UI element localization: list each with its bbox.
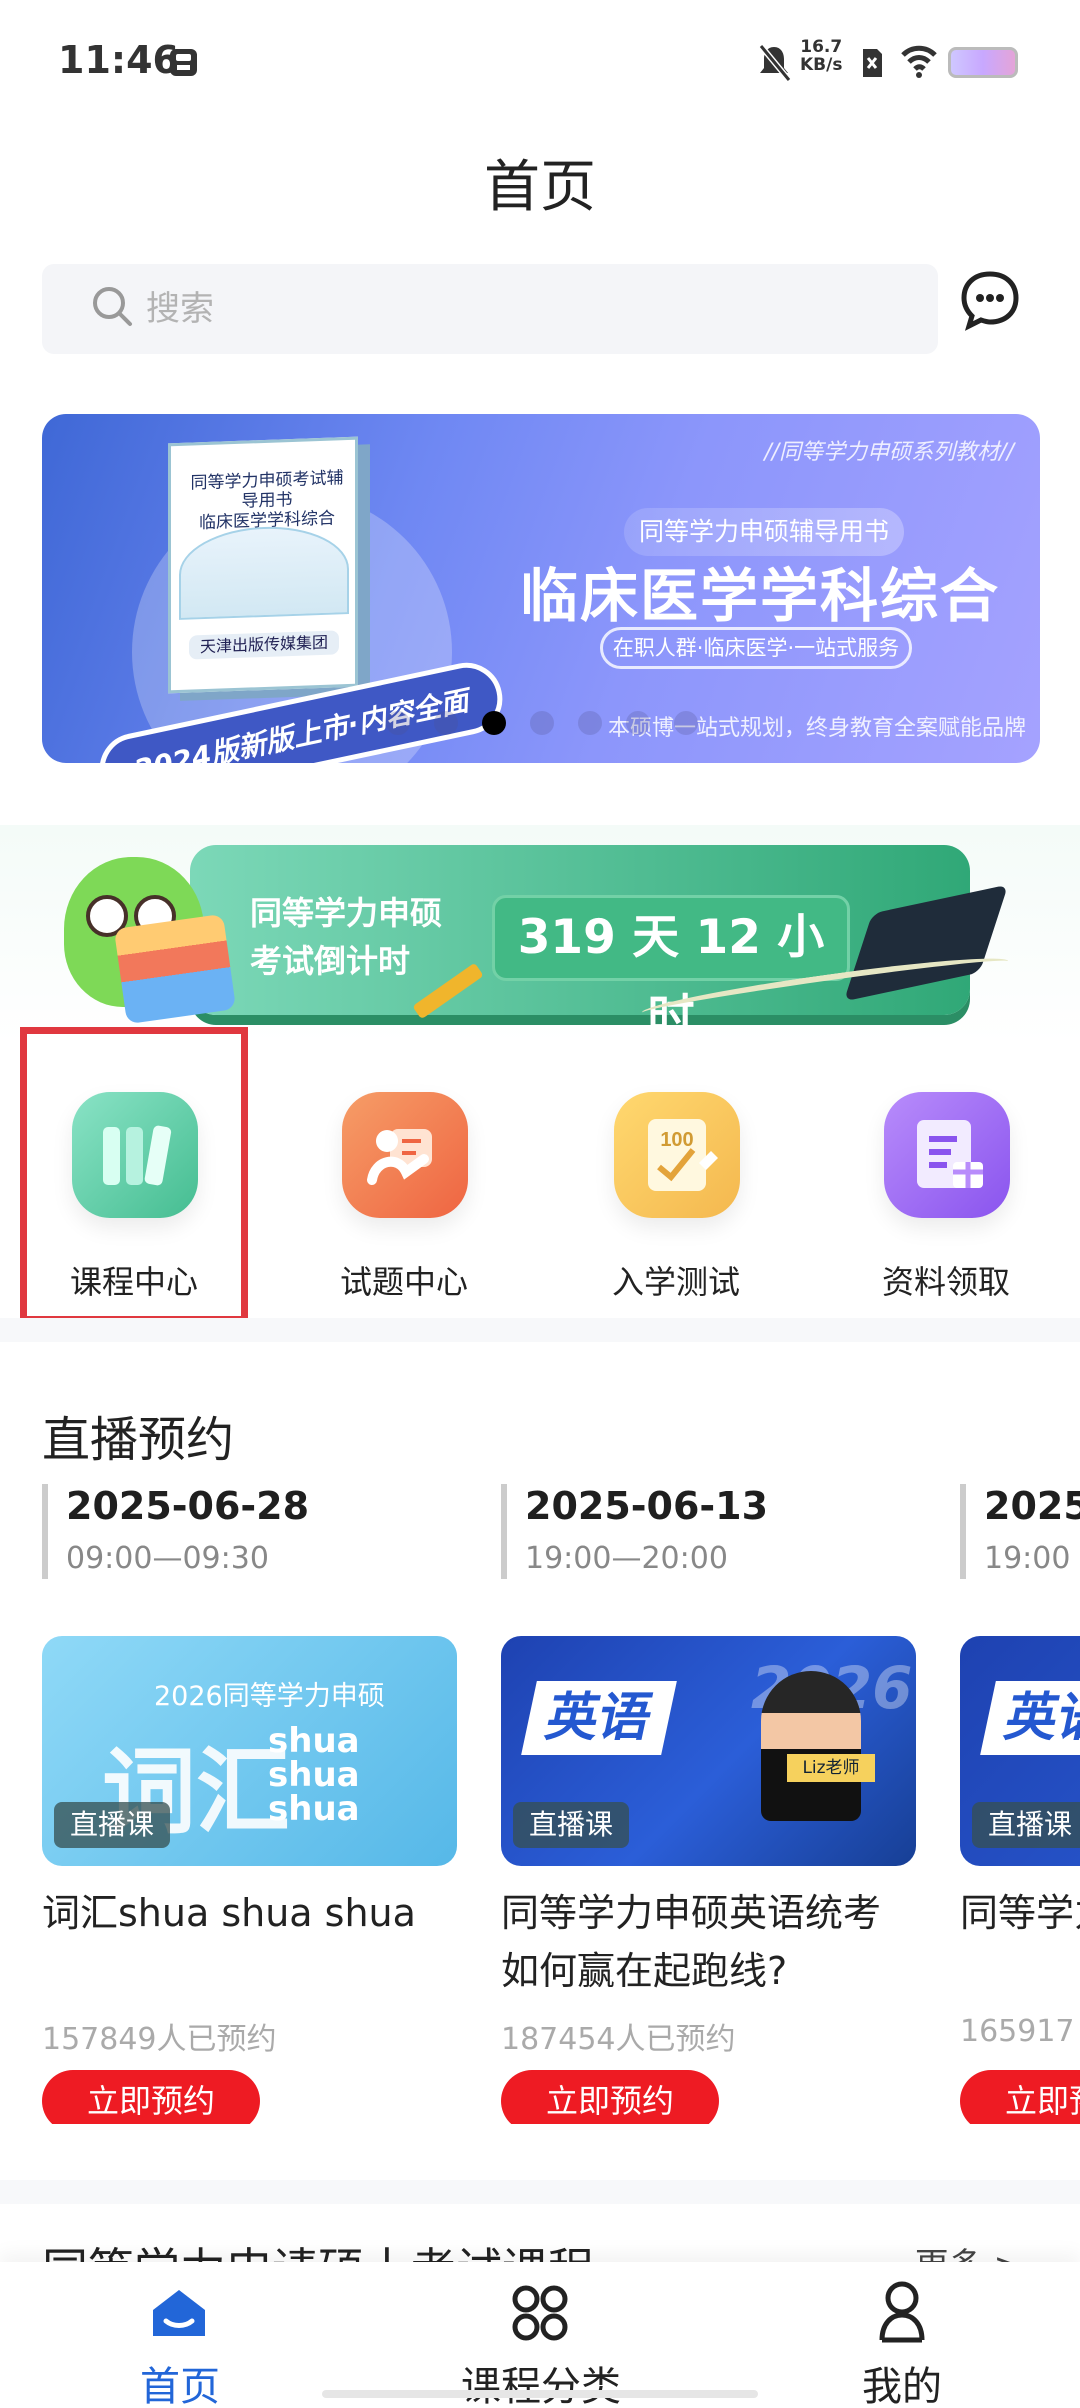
network-speed: 16.7 KB/s <box>800 37 843 75</box>
teacher-photo <box>761 1671 861 1821</box>
banner-dot[interactable] <box>386 711 410 735</box>
page-title: 首页 <box>484 155 596 220</box>
status-time: 11:46 <box>58 38 179 82</box>
textbook-cover-image: 同等学力申硕考试辅导用书 临床医学学科综合 天津出版传媒集团 <box>168 436 358 694</box>
battery-icon <box>948 47 1018 78</box>
course-cover-image[interactable]: 2026 英语 Liz老师 直播课 <box>501 1636 916 1866</box>
course-title[interactable]: 词汇shua shua shua <box>42 1884 452 1942</box>
shortcut-label: 入学测试 <box>611 1263 740 1301</box>
search-icon <box>93 287 132 326</box>
teacher-name: Liz老师 <box>787 1754 875 1782</box>
cover-word: 英语 <box>980 1681 1080 1755</box>
live-booking-section: 直播预约 2025-06-28 09:00—09:30 2026同等学力申硕 词… <box>0 1318 1080 2178</box>
nav-my[interactable]: 我的 <box>752 2262 1052 2408</box>
reservation-count: 165917 <box>960 2014 1075 2049</box>
textbook-banner[interactable]: 同等学力申硕考试辅导用书 临床医学学科综合 天津出版传媒集团 2024版新版上市·… <box>42 414 1040 763</box>
live-card-partial[interactable]: 2025 19:00 英语 直播课 同等学力申硕必学知 165917 立即预约 <box>960 1484 1080 2124</box>
teacher-board-icon <box>342 1092 468 1218</box>
cover-subtitle: 2026同等学力申硕 <box>154 1681 385 1712</box>
course-title[interactable]: 同等学力申硕必学知 <box>960 1884 1080 1942</box>
date-divider <box>960 1484 966 1579</box>
live-date: 2025-06-13 <box>525 1484 769 1528</box>
course-title[interactable]: 同等学力申硕英语统考如何赢在起跑线? <box>501 1884 911 2000</box>
shortcut-question-center[interactable]: 试题中心 <box>294 1062 514 1302</box>
sim-x-icon <box>863 49 882 77</box>
banner-dot[interactable] <box>674 711 698 735</box>
banner-title: 临床医学学科综合 <box>520 562 1001 630</box>
banner-dot-active[interactable] <box>482 711 506 735</box>
banner-dot[interactable] <box>530 711 554 735</box>
course-cover-image[interactable]: 英语 直播课 <box>960 1636 1080 1866</box>
live-course-tag: 直播课 <box>513 1802 630 1848</box>
reservation-count: 187454人已预约 <box>501 2022 736 2057</box>
live-course-tag: 直播课 <box>972 1802 1080 1848</box>
live-card[interactable]: 2025-06-28 09:00—09:30 2026同等学力申硕 词汇 shu… <box>42 1484 470 2124</box>
live-time: 19:00 <box>984 1541 1071 1576</box>
nav-label: 首页 <box>140 2364 220 2408</box>
reserve-button[interactable]: 立即预约 <box>42 2070 260 2124</box>
book-publisher: 天津出版传媒集团 <box>189 630 339 660</box>
book-series: 同等学力申硕考试辅导用书 临床医学学科综合 <box>190 468 344 534</box>
book-wave-graphic <box>179 523 349 620</box>
live-course-tag: 直播课 <box>54 1802 171 1848</box>
document-gift-icon <box>884 1092 1010 1218</box>
shortcut-label: 试题中心 <box>339 1263 468 1301</box>
reserve-button[interactable]: 立即预约 <box>501 2070 719 2124</box>
live-time: 19:00—20:00 <box>525 1541 728 1576</box>
search-input[interactable] <box>146 288 846 330</box>
date-divider <box>42 1484 48 1579</box>
nav-label: 课程分类 <box>461 2364 621 2408</box>
bottom-navigation: 首页 课程分类 我的 <box>0 2262 1080 2408</box>
nav-label: 我的 <box>862 2364 942 2408</box>
live-course-list[interactable]: 2025-06-28 09:00—09:30 2026同等学力申硕 词汇 shu… <box>0 1484 1080 2124</box>
score-100-icon: 100 <box>614 1092 740 1218</box>
wifi-icon <box>901 45 937 78</box>
home-page: { "status_bar": {"time": "11:46", "netwo… <box>0 0 1080 2408</box>
home-indicator <box>322 2390 758 2398</box>
selected-shortcut-highlight <box>20 1027 248 1323</box>
date-divider <box>501 1484 507 1579</box>
nav-home[interactable]: 首页 <box>30 2262 330 2408</box>
course-cover-image[interactable]: 2026同等学力申硕 词汇 shua shua shua 直播课 <box>42 1636 457 1866</box>
live-card[interactable]: 2025-06-13 19:00—20:00 2026 英语 Liz老师 直播课… <box>501 1484 929 2124</box>
banner-dot[interactable] <box>578 711 602 735</box>
banner-dot[interactable] <box>434 711 458 735</box>
banner-kicker: //同等学力申硕系列教材// <box>764 440 1014 465</box>
live-time: 09:00—09:30 <box>66 1541 269 1576</box>
banner-pagination[interactable] <box>386 711 726 739</box>
svg-text:100: 100 <box>660 1129 693 1151</box>
reserve-button[interactable]: 立即预约 <box>960 2070 1080 2124</box>
banner-service: 在职人群·临床医学·一站式服务 <box>600 627 912 669</box>
section-title: 直播预约 <box>42 1412 235 1468</box>
search-bar[interactable] <box>42 264 938 354</box>
shortcut-material-claim[interactable]: 资料领取 <box>836 1062 1056 1302</box>
grid-icon <box>512 2285 568 2341</box>
countdown-value: 319 天 12 小时 <box>492 895 850 1045</box>
user-icon <box>879 2281 925 2343</box>
books-icon <box>113 913 237 1025</box>
course-section-preview: 同等学力申请硕士考试课程 更多 > <box>0 2180 1080 2297</box>
reservation-count: 157849人已预约 <box>42 2022 277 2057</box>
mute-icon <box>758 44 792 82</box>
shortcut-entrance-test[interactable]: 100 入学测试 <box>566 1062 786 1302</box>
nav-course-category[interactable]: 课程分类 <box>391 2262 691 2408</box>
status-bar: 11:46 16.7 KB/s <box>0 0 1080 124</box>
shortcut-label: 资料领取 <box>881 1263 1010 1301</box>
cover-shua: shua shua shua <box>268 1721 360 1829</box>
home-icon <box>153 2290 205 2336</box>
banner-dot[interactable] <box>626 711 650 735</box>
countdown-label: 同等学力申硕 考试倒计时 <box>250 894 443 980</box>
sd-card-icon <box>170 49 197 76</box>
cover-word: 英语 <box>521 1681 677 1755</box>
message-icon[interactable] <box>958 268 1022 332</box>
live-date: 2025-06-28 <box>66 1484 310 1528</box>
exam-countdown-banner[interactable]: 同等学力申硕 考试倒计时 319 天 12 小时 <box>0 825 1080 1045</box>
live-date: 2025 <box>984 1484 1080 1528</box>
